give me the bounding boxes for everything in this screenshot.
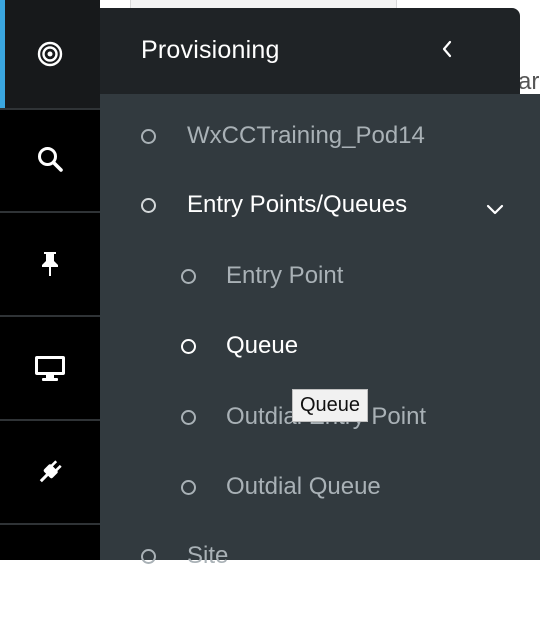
flyout-menu: WxCCTraining_Pod14 Entry Points/Queues E… (100, 94, 540, 569)
submenu-item-entry-point[interactable]: Entry Point (181, 262, 343, 290)
menu-item-entry-points-queues[interactable]: Entry Points/Queues (141, 191, 407, 219)
menu-item-label: Entry Points/Queues (187, 191, 408, 218)
menu-bullet (141, 128, 156, 144)
background-text: ar (518, 68, 540, 95)
submenu-item-label: Outdial Queue (226, 473, 381, 500)
submenu-bullet (181, 409, 196, 425)
icon-rail (0, 0, 100, 589)
submenu-bullet (181, 479, 196, 495)
submenu-item-queue[interactable]: Queue (181, 332, 298, 360)
monitor-icon (34, 354, 66, 382)
provisioning-target-icon (37, 41, 63, 67)
search-icon (36, 145, 64, 173)
plug-icon (35, 457, 65, 487)
rail-search-button[interactable] (0, 108, 100, 210)
tooltip: Queue (292, 389, 369, 422)
rail-plug-button[interactable] (0, 421, 100, 523)
menu-item-tenant[interactable]: WxCCTraining_Pod14 (141, 122, 425, 150)
submenu-item-outdial-queue[interactable]: Outdial Queue (181, 473, 381, 501)
menu-bullet (141, 197, 156, 213)
rail-more-button[interactable] (0, 525, 100, 627)
flyout-header: Provisioning (100, 8, 520, 94)
submenu-bullet (181, 338, 196, 354)
menu-bullet (141, 548, 156, 564)
submenu-item-label: Entry Point (226, 262, 344, 289)
menu-item-label: WxCCTraining_Pod14 (187, 122, 425, 149)
pin-icon (39, 250, 61, 278)
more-icon (36, 562, 64, 590)
active-indicator (0, 0, 5, 108)
menu-item-site[interactable]: Site (141, 542, 228, 570)
chevron-down-icon[interactable] (485, 203, 505, 217)
submenu-item-label: Queue (226, 332, 299, 359)
chevron-left-icon (441, 40, 453, 63)
rail-pin-button[interactable] (0, 213, 100, 315)
rail-monitor-button[interactable] (0, 317, 100, 419)
rail-provisioning-button[interactable] (0, 0, 100, 108)
menu-item-label: Site (187, 542, 229, 569)
collapse-button[interactable] (435, 38, 459, 64)
flyout-title: Provisioning (141, 36, 280, 64)
submenu-bullet (181, 268, 196, 284)
